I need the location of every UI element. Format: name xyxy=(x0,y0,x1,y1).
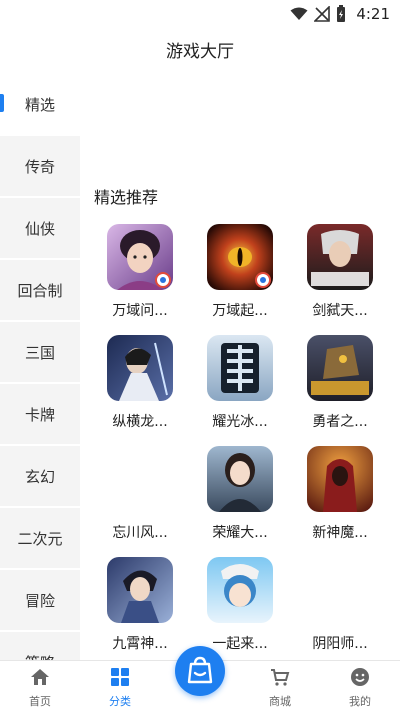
status-time: 4:21 xyxy=(356,5,390,23)
game-icon-swordsman xyxy=(107,335,173,401)
game-tile[interactable]: 九霄神... xyxy=(90,557,190,660)
section-title: 精选推荐 xyxy=(94,188,159,207)
game-tile[interactable]: 万域起... xyxy=(190,224,290,334)
home-icon xyxy=(31,669,49,685)
game-icon-sword-hero xyxy=(307,224,373,290)
game-icon-young-swordsman xyxy=(107,557,173,623)
game-name: 耀光冰... xyxy=(212,414,268,430)
sidebar-item-anime[interactable]: 二次元 xyxy=(0,508,80,568)
game-icon-anime-girl xyxy=(207,557,273,623)
sidebar-item-label: 冒险 xyxy=(24,591,55,610)
sidebar-item-adventure[interactable]: 冒险 xyxy=(0,570,80,630)
nav-profile[interactable]: 我的 xyxy=(320,661,400,710)
sidebar-item-label: 回合制 xyxy=(17,281,63,300)
game-name: 万域起... xyxy=(212,303,268,319)
profile-icon xyxy=(351,668,369,686)
game-tile[interactable]: 阴阳师... xyxy=(290,557,390,660)
sidebar-item-legend[interactable]: 传奇 xyxy=(0,136,80,196)
game-name: 剑弑天... xyxy=(312,303,368,319)
page-title: 游戏大厅 xyxy=(166,41,234,62)
nav-label: 商城 xyxy=(269,695,291,708)
game-icon-mech-dragon xyxy=(307,335,373,401)
game-name: 纵横龙... xyxy=(112,414,168,430)
game-tile[interactable]: 一起来... xyxy=(190,557,290,660)
badge-icon xyxy=(155,272,171,288)
sidebar-item-xianxia[interactable]: 仙侠 xyxy=(0,198,80,258)
sidebar-item-label: 玄幻 xyxy=(24,467,55,486)
shopping-bag-button[interactable] xyxy=(175,646,225,696)
nav-label: 分类 xyxy=(109,695,131,708)
status-bar: 4:21 xyxy=(0,0,400,28)
shopping-bag-icon xyxy=(187,656,213,684)
main-content[interactable]: 精选推荐 万域问... 万域起... 剑弑天... 纵横龙... 耀光冰... … xyxy=(80,74,400,660)
sidebar-item-label: 策略 xyxy=(25,652,55,661)
cart-icon xyxy=(271,669,290,686)
game-name: 忘川风... xyxy=(112,525,168,541)
game-icon-woman-warrior xyxy=(107,224,173,290)
game-tile[interactable]: 忘川风... xyxy=(90,446,190,556)
sidebar-item-label: 三国 xyxy=(24,343,55,362)
sidebar-item-label: 精选 xyxy=(24,95,55,114)
sidebar-item-turn-based[interactable]: 回合制 xyxy=(0,260,80,320)
sidebar-item-featured[interactable]: 精选 xyxy=(0,74,80,134)
game-tile[interactable]: 纵横龙... xyxy=(90,335,190,445)
category-grid-icon xyxy=(111,668,129,686)
sidebar-item-label: 二次元 xyxy=(17,529,63,548)
nav-home[interactable]: 首页 xyxy=(0,661,80,710)
game-tile[interactable]: 勇者之... xyxy=(290,335,390,445)
game-tile[interactable]: 万域问... xyxy=(90,224,190,334)
nav-category[interactable]: 分类 xyxy=(80,661,160,710)
status-icons: 4:21 xyxy=(290,5,390,23)
game-tile[interactable]: 荣耀大... xyxy=(190,446,290,556)
game-name: 荣耀大... xyxy=(212,525,268,541)
game-tile[interactable]: 剑弑天... xyxy=(290,224,390,334)
game-icon-dragon-character xyxy=(207,335,273,401)
game-name: 万域问... xyxy=(112,303,168,319)
header: 游戏大厅 xyxy=(0,28,400,70)
game-name: 新神魔... xyxy=(312,525,368,541)
battery-icon xyxy=(337,5,346,22)
game-name: 阴阳师... xyxy=(312,636,368,652)
active-indicator xyxy=(0,94,4,112)
sidebar-item-fantasy[interactable]: 玄幻 xyxy=(0,446,80,506)
game-tile[interactable]: 耀光冰... xyxy=(190,335,290,445)
nav-mall[interactable]: 商城 xyxy=(240,661,320,710)
sidebar-item-three-kingdoms[interactable]: 三国 xyxy=(0,322,80,382)
game-icon-hooded-warrior xyxy=(307,446,373,512)
sidebar-item-card[interactable]: 卡牌 xyxy=(0,384,80,444)
category-sidebar[interactable]: 精选 传奇 仙侠 回合制 三国 卡牌 玄幻 二次元 冒险 策略 xyxy=(0,74,80,660)
sidebar-item-strategy[interactable]: 策略 xyxy=(0,632,80,660)
game-icon-dragon-eye xyxy=(207,224,273,290)
wifi-icon xyxy=(290,7,308,20)
sidebar-item-label: 传奇 xyxy=(24,157,55,176)
game-name: 勇者之... xyxy=(312,414,368,430)
sidebar-item-label: 仙侠 xyxy=(24,219,55,238)
sidebar-item-label: 卡牌 xyxy=(24,405,55,424)
signal-icon xyxy=(314,6,331,22)
badge-icon xyxy=(255,272,271,288)
game-tile[interactable]: 新神魔... xyxy=(290,446,390,556)
game-icon-actress xyxy=(207,446,273,512)
nav-label: 我的 xyxy=(349,695,371,708)
nav-label: 首页 xyxy=(29,695,51,708)
